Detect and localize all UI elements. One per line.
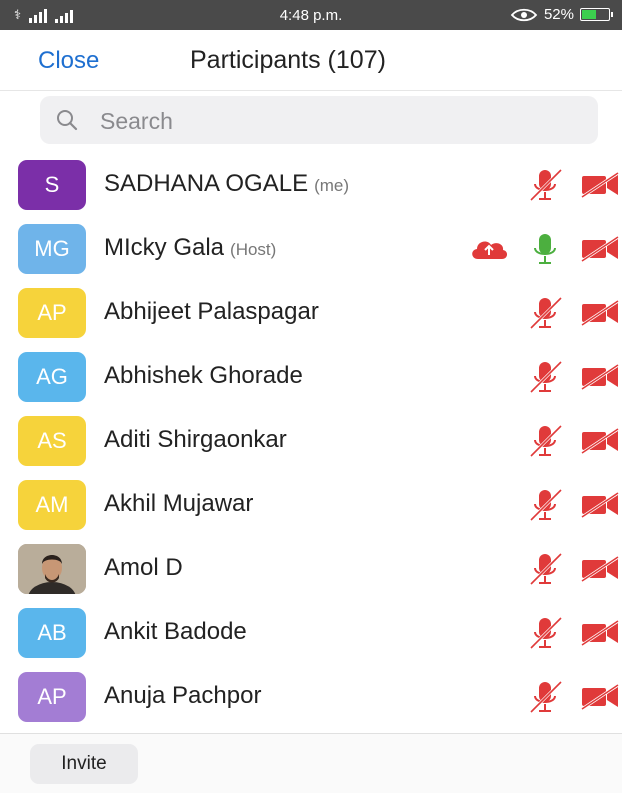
participant-row[interactable]: AG Abhishek Ghorade xyxy=(0,345,622,409)
participant-name: MIcky Gala xyxy=(104,234,225,261)
video-off-icon[interactable] xyxy=(580,235,620,268)
avatar: AP xyxy=(18,672,86,722)
video-off-icon[interactable] xyxy=(580,619,620,652)
avatar-initials: AB xyxy=(37,620,67,645)
search-bar[interactable] xyxy=(40,96,598,144)
participant-name: Akhil Mujawar xyxy=(104,490,254,517)
avatar: AS xyxy=(18,416,86,466)
mic-muted-icon[interactable] xyxy=(528,615,563,656)
video-off-icon[interactable] xyxy=(580,427,620,460)
mic-muted-icon[interactable] xyxy=(528,295,563,336)
participant-row[interactable]: AP Anuja Pachpor xyxy=(0,665,622,729)
mic-muted-icon[interactable] xyxy=(528,167,563,208)
participant-row[interactable]: AB Ankit Badode xyxy=(0,601,622,665)
video-off-icon[interactable] xyxy=(580,683,620,716)
avatar: MG xyxy=(18,224,86,274)
avatar: AP xyxy=(18,288,86,338)
eye-icon xyxy=(510,8,538,21)
participant-name: Ankit Badode xyxy=(104,618,247,645)
avatar: AM xyxy=(18,480,86,530)
status-right: 52% xyxy=(510,6,613,23)
participant-row[interactable]: MG MIcky Gala (Host) xyxy=(0,217,622,281)
search-input[interactable] xyxy=(98,104,582,138)
participant-role-tag: (me) xyxy=(314,176,350,195)
status-bar: ⚕ 4:48 p.m. 52% xyxy=(0,0,622,30)
avatar: AB xyxy=(18,608,86,658)
video-off-icon[interactable] xyxy=(580,555,620,588)
participant-name: Abhishek Ghorade xyxy=(104,362,303,389)
mic-muted-icon[interactable] xyxy=(528,551,563,592)
avatar-initials: AS xyxy=(37,428,67,453)
bottom-bar: Invite xyxy=(0,733,622,793)
video-off-icon[interactable] xyxy=(580,299,620,332)
participant-name: Abhijeet Palaspagar xyxy=(104,298,319,325)
video-off-icon[interactable] xyxy=(580,171,620,204)
invite-button[interactable]: Invite xyxy=(30,744,138,784)
mic-muted-icon[interactable] xyxy=(528,359,563,400)
close-button[interactable]: Close xyxy=(38,47,99,75)
battery-icon xyxy=(580,8,613,21)
avatar: AG xyxy=(18,352,86,402)
header: Close Participants (107) xyxy=(0,30,622,91)
participant-name: SADHANA OGALE xyxy=(104,170,309,197)
avatar-initials: AP xyxy=(37,300,67,325)
page-title: Participants (107) xyxy=(190,46,386,74)
participant-row[interactable]: AP Abhijeet Palaspagar xyxy=(0,281,622,345)
avatar-initials: AP xyxy=(37,684,67,709)
mic-muted-icon[interactable] xyxy=(528,487,563,528)
avatar-initials: S xyxy=(44,172,60,197)
mic-muted-icon[interactable] xyxy=(528,679,563,720)
participant-row[interactable]: AS Aditi Shirgaonkar xyxy=(0,409,622,473)
cloud-record-icon xyxy=(468,237,510,266)
avatar-initials: MG xyxy=(34,236,70,261)
participant-name: Aditi Shirgaonkar xyxy=(104,426,287,453)
video-off-icon[interactable] xyxy=(580,491,620,524)
search-icon xyxy=(57,110,78,131)
participant-row[interactable]: Amol D xyxy=(0,537,622,601)
battery-percent: 52% xyxy=(543,6,574,23)
avatar-initials: AG xyxy=(36,364,68,389)
participant-row[interactable]: S SADHANA OGALE (me) xyxy=(0,153,622,217)
mic-muted-icon[interactable] xyxy=(528,423,563,464)
avatar: S xyxy=(18,160,86,210)
mic-on-icon[interactable] xyxy=(528,231,562,272)
avatar-photo xyxy=(18,544,86,594)
video-off-icon[interactable] xyxy=(580,363,620,396)
participant-list: S SADHANA OGALE (me) MG MIcky Gala (Host) … xyxy=(0,153,622,729)
participant-name: Anuja Pachpor xyxy=(104,682,262,709)
participant-row[interactable]: AM Akhil Mujawar xyxy=(0,473,622,537)
avatar-initials: AM xyxy=(35,492,69,517)
participant-name: Amol D xyxy=(104,554,183,581)
participant-role-tag: (Host) xyxy=(230,240,277,259)
